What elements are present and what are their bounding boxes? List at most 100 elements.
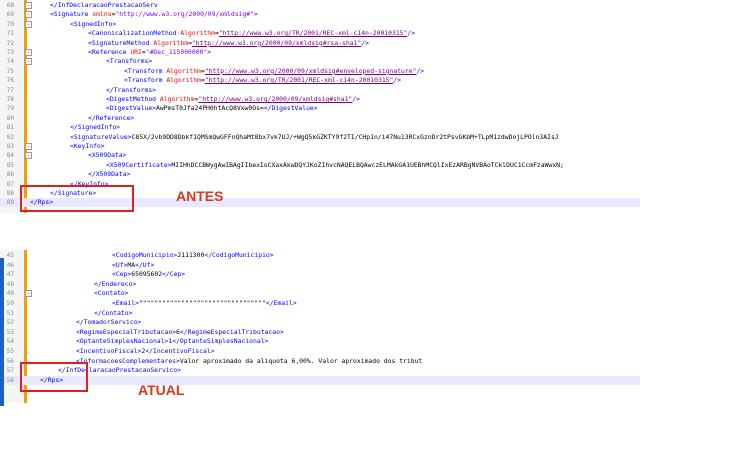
code-token: </Endereco>	[94, 279, 137, 288]
code-line[interactable]: 49- <Contato>	[0, 289, 640, 298]
code-token: </InfDeclaracaoPrestacaoServ	[50, 1, 158, 9]
code-line[interactable]: 50 <Email>"""""""""""""""""""""""""""""""…	[0, 299, 640, 308]
code-text: <DigestValue>AwPmsT0Jfa24PH0htAcQ8Vxw0Os…	[106, 104, 318, 113]
code-line[interactable]: 53 <RegimeEspecialTributacao>6</RegimeEsp…	[0, 328, 640, 337]
code-token: <X509Data>	[88, 151, 127, 160]
code-line[interactable]: 77 </Transforms>	[0, 86, 640, 95]
code-line[interactable]: 83 - <KeyInfo>	[0, 142, 640, 151]
code-line[interactable]: 71 <CanonicalizationMethod Algorithm="htt…	[0, 29, 640, 38]
line-number: 81	[6, 124, 14, 132]
line-number: 80	[6, 114, 14, 122]
code-text: <Transforms>	[106, 57, 152, 66]
line-number: 77	[6, 86, 14, 94]
editor-panel-current: 45 <CodigoMunicipio>2111300</CodigoMunici…	[0, 250, 640, 403]
code-token: <DigestValue>	[106, 104, 157, 113]
code-line[interactable]: 74 - <Transforms>	[0, 57, 640, 66]
code-text: <SignatureValue>C85X/2vb9DD8Dbkf1QMSmQwG…	[70, 133, 559, 142]
code-token: </DigestValue>	[263, 104, 318, 113]
code-line[interactable]: 45 <CodigoMunicipio>2111300</CodigoMunici…	[0, 251, 640, 260]
code-line[interactable]: 80 </Reference>	[0, 114, 640, 123]
label-antes: ANTES	[176, 188, 224, 204]
code-token: </TomadorServico>	[76, 318, 142, 327]
code-text: <KeyInfo>	[70, 142, 105, 151]
code-token: <Transform	[124, 76, 167, 85]
code-token: Algorithm	[153, 38, 189, 47]
fold-toggle-icon[interactable]: -	[25, 20, 32, 28]
line-number: 68	[6, 2, 14, 9]
code-line[interactable]: 58 </Rps>	[0, 375, 640, 385]
code-token: </X509Data>	[88, 170, 131, 179]
code-line[interactable]: 68 - </InfDeclaracaoPrestacaoServ	[0, 1, 640, 10]
code-line[interactable]: 55 <IncentivoFiscal>2</IncentivoFiscal>	[0, 347, 640, 356]
code-line[interactable]: 78 <DigestMethod Algorithm="http://www.w3…	[0, 95, 640, 104]
code-line[interactable]: 48 </Endereco>	[0, 280, 640, 289]
code-line[interactable]: 79 <DigestValue>AwPmsT0Jfa24PH0htAcQ8Vxw0…	[0, 104, 640, 113]
code-token: <DigestMethod	[106, 95, 160, 103]
code-token: <Uf>	[112, 260, 128, 269]
line-number: 72	[6, 39, 14, 47]
code-text: </TomadorServico>	[76, 318, 141, 327]
code-text: </Reference>	[88, 114, 134, 123]
code-line[interactable]: 52 </TomadorServico>	[0, 318, 640, 327]
code-line[interactable]: 56 <InformacoesComplementares>Valor aprox…	[0, 357, 640, 366]
code-token: <IncentivoFiscal>	[76, 347, 142, 355]
code-line[interactable]: 85 <X509Certificate>MIIHhDCCBWygAwIBAgIIb…	[0, 161, 640, 170]
code-token: "http://www.w3.org/2000/09/xmldsig#envel…	[204, 66, 417, 75]
code-token: "#Dec_115000000"	[145, 48, 208, 56]
code-token: </Email>	[265, 299, 297, 307]
code-token: <OptanteSimplesNacional>	[76, 337, 169, 346]
fold-toggle-icon[interactable]: -	[25, 2, 32, 9]
code-line[interactable]: 70 - <SignedInfo>	[0, 20, 640, 29]
code-token: </IncentivoFiscal>	[145, 347, 215, 355]
code-token: />	[393, 76, 402, 85]
code-line[interactable]: 82 <SignatureValue>C85X/2vb9DD8Dbkf1QMSmQ…	[0, 133, 640, 142]
code-line[interactable]: 86 </X509Data>	[0, 170, 640, 179]
fold-toggle-icon[interactable]: -	[25, 58, 32, 66]
code-line[interactable]: 46 <Uf>MA</Uf>	[0, 261, 640, 270]
code-line[interactable]: 75 <Transform Algorithm="http://www.w3.or…	[0, 67, 640, 76]
code-line[interactable]: 72 <SignatureMethod Algorithm="http://www…	[0, 39, 640, 48]
code-token: C85X/2vb9DD8Dbkf1QMSmQwGFFnQhaMt8bx7vk7U…	[131, 132, 559, 141]
code-token: "http://www.w3.org/2000/09/xmldsig#sha1"	[198, 95, 353, 103]
code-token: </Contato>	[94, 308, 133, 317]
code-text: <Signature xmlns="http://www.w3.org/2000…	[50, 10, 258, 19]
code-line[interactable]: 57 </InfDeclaracaoPrestacaoServico>	[0, 366, 640, 375]
code-token: URI	[130, 48, 142, 56]
code-line[interactable]: 76 <Transform Algorithm="http://www.w3.or…	[0, 76, 640, 85]
code-text: <X509Certificate>MIIHhDCCBWygAwIBAgIIbex…	[106, 161, 564, 170]
label-atual: ATUAL	[138, 382, 185, 398]
code-token: "http://www.w3.org/TR/2001/REC-xml-c14n-…	[218, 29, 408, 38]
line-number: 83	[6, 143, 14, 150]
code-token: Algorithm	[166, 66, 201, 75]
code-line[interactable]: 69 - <Signature xmlns="http://www.w3.org/2…	[0, 10, 640, 19]
code-token: Algorithm	[166, 76, 201, 85]
code-token: "http://www.w3.org/2000/09/xmldsig#rsa-s…	[191, 38, 362, 47]
code-token: <Transforms>	[106, 57, 153, 66]
line-number: 71	[6, 30, 14, 38]
code-token: <SignatureMethod	[88, 38, 154, 47]
code-token: <Signature	[50, 10, 93, 19]
line-number: 87	[6, 180, 14, 188]
line-number: 70	[6, 20, 14, 28]
code-line[interactable]: 51 </Contato>	[0, 309, 640, 318]
code-text: </Endereco>	[94, 280, 136, 289]
code-line[interactable]: 54 <OptanteSimplesNacional>1</OptanteSimp…	[0, 337, 640, 346]
code-line[interactable]: 73 - <Reference URI="#Dec_115000000">	[0, 48, 640, 57]
code-text: <Uf>MA</Uf>	[112, 261, 154, 270]
code-token: <Contato>	[94, 289, 129, 298]
code-line[interactable]: 81 </SignedInfo>	[0, 123, 640, 132]
line-number: 82	[6, 133, 14, 141]
code-line[interactable]: 84 - <X509Data>	[0, 151, 640, 160]
editor-panel-before: 68 - </InfDeclaracaoPrestacaoServ 69 - <Signa…	[0, 0, 640, 213]
code-token: <SignedInfo>	[70, 19, 117, 28]
fold-toggle-icon[interactable]: -	[25, 152, 32, 160]
code-line[interactable]: 47 <Cep>65095602</Cep>	[0, 270, 640, 279]
fold-toggle-icon[interactable]: -	[25, 11, 32, 19]
code-token: <CanonicalizationMethod	[88, 29, 181, 38]
fold-toggle-icon[interactable]: -	[25, 143, 32, 150]
fold-toggle-icon[interactable]: -	[25, 290, 32, 298]
code-token: <KeyInfo>	[70, 142, 105, 150]
line-number: 84	[6, 152, 14, 160]
code-token: AwPmsT0Jfa24PH0htAcQ8Vxw0Os=	[156, 104, 264, 113]
fold-toggle-icon[interactable]: -	[25, 49, 32, 56]
